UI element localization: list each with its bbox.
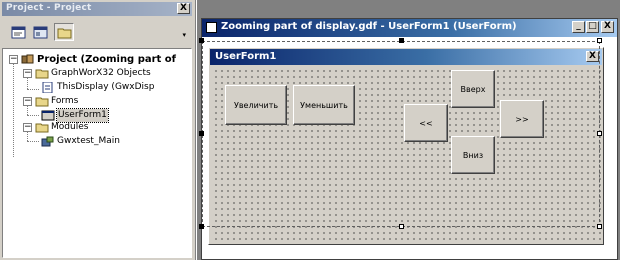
userform-close-button[interactable]: X bbox=[586, 51, 599, 62]
folder-open-icon bbox=[35, 123, 49, 133]
designer-window-icon bbox=[206, 22, 217, 33]
userform1[interactable]: UserForm1 X Увеличить Уменьшить Вверх <<… bbox=[208, 47, 604, 245]
resize-handle[interactable] bbox=[597, 38, 602, 43]
view-code-icon bbox=[11, 26, 26, 39]
collapse-icon[interactable]: − bbox=[23, 69, 32, 78]
userform-designer-window: Zooming part of display.gdf - UserForm1 … bbox=[201, 18, 618, 260]
move-left-button[interactable]: << bbox=[404, 104, 448, 142]
resize-handle bbox=[399, 38, 404, 43]
collapse-icon[interactable]: − bbox=[23, 97, 32, 106]
project-explorer-toolbar: ▾ bbox=[2, 18, 192, 46]
tree-item-graphworx-objects[interactable]: − GraphWorX32 Objects bbox=[7, 67, 191, 80]
folder-open-icon bbox=[35, 69, 49, 79]
tree-item-thisdisplay[interactable]: ThisDisplay (GwxDisp bbox=[7, 81, 191, 94]
userform-design-grid[interactable]: Увеличить Уменьшить Вверх << >> Вниз bbox=[211, 66, 602, 243]
folder-open-icon bbox=[35, 97, 49, 107]
userform-title: UserForm1 bbox=[215, 51, 277, 62]
designer-workspace: Zooming part of display.gdf - UserForm1 … bbox=[197, 0, 620, 260]
project-explorer-titlebar: Project - Project X bbox=[2, 2, 192, 16]
view-code-button[interactable] bbox=[8, 23, 28, 41]
move-up-button[interactable]: Вверх bbox=[451, 70, 495, 108]
designer-titlebar: Zooming part of display.gdf - UserForm1 … bbox=[202, 19, 617, 37]
resize-handle[interactable] bbox=[399, 224, 404, 229]
close-button[interactable]: X bbox=[601, 21, 614, 33]
resize-handle bbox=[199, 224, 204, 229]
move-right-button[interactable]: >> bbox=[500, 100, 544, 138]
tree-item-label: GraphWorX32 Objects bbox=[51, 68, 151, 78]
tree-item-forms[interactable]: − Forms bbox=[7, 95, 191, 108]
tree-item-label: Project (Zooming part of bbox=[37, 54, 177, 65]
tree-item-project[interactable]: − Project (Zooming part of bbox=[7, 53, 191, 66]
resize-handle[interactable] bbox=[597, 224, 602, 229]
folder-icon bbox=[57, 28, 72, 39]
toggle-folders-button[interactable] bbox=[54, 23, 74, 41]
tree-item-gwxtest-main[interactable]: Gwxtest_Main bbox=[7, 135, 191, 148]
project-explorer-close-button[interactable]: X bbox=[177, 3, 190, 14]
view-object-icon bbox=[33, 26, 48, 39]
resize-handle[interactable] bbox=[597, 131, 602, 136]
restore-button[interactable]: □ bbox=[586, 21, 599, 33]
userform-icon bbox=[41, 110, 55, 121]
project-icon bbox=[21, 54, 34, 64]
document-icon bbox=[42, 82, 53, 93]
project-explorer-pane: Project - Project X ▾ − Project (Zooming… bbox=[0, 0, 196, 260]
tree-item-label: Forms bbox=[51, 96, 79, 106]
minimize-button[interactable]: _ bbox=[572, 21, 585, 33]
tree-item-modules[interactable]: − Modules bbox=[7, 121, 191, 134]
collapse-icon[interactable]: − bbox=[9, 55, 18, 64]
move-down-button[interactable]: Вниз bbox=[451, 136, 495, 174]
module-icon bbox=[41, 136, 54, 147]
collapse-icon[interactable]: − bbox=[23, 123, 32, 132]
tree-item-label: ThisDisplay (GwxDisp bbox=[57, 82, 155, 92]
tree-item-label: Modules bbox=[51, 122, 89, 132]
project-explorer-title: Project - Project bbox=[6, 3, 92, 13]
resize-handle bbox=[199, 38, 204, 43]
userform-titlebar: UserForm1 X bbox=[210, 49, 602, 65]
view-object-button[interactable] bbox=[30, 23, 50, 41]
designer-title: Zooming part of display.gdf - UserForm1 … bbox=[221, 21, 517, 32]
chevron-down-icon[interactable]: ▾ bbox=[182, 31, 186, 39]
project-tree: − Project (Zooming part of − GraphWorX32… bbox=[2, 48, 192, 258]
zoom-in-button[interactable]: Увеличить bbox=[225, 85, 287, 125]
resize-handle bbox=[199, 131, 204, 136]
zoom-out-button[interactable]: Уменьшить bbox=[293, 85, 355, 125]
tree-item-label: Gwxtest_Main bbox=[57, 136, 120, 146]
